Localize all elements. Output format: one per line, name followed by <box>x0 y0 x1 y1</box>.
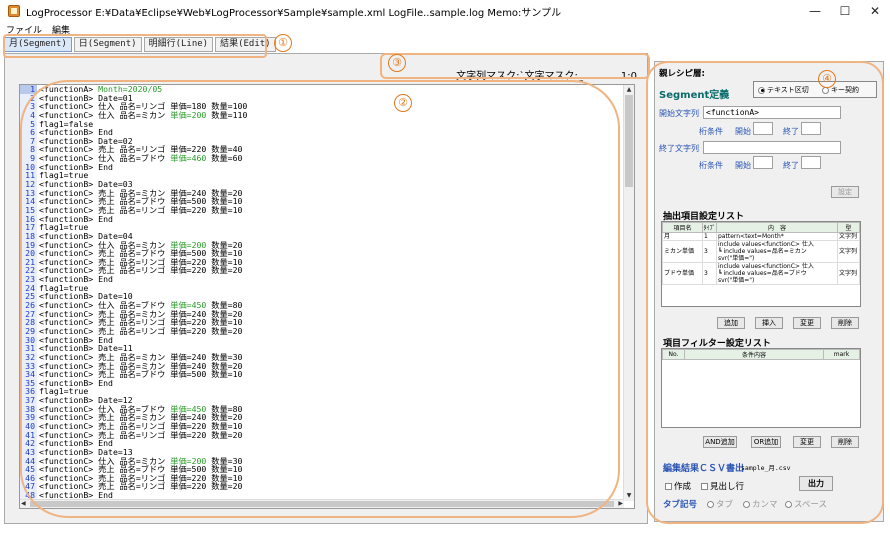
annotation-1: ① <box>274 34 292 52</box>
title-bar: LogProcessor E:¥Data¥Eclipse¥Web¥LogProc… <box>0 0 890 22</box>
scroll-left-icon[interactable]: ◀ <box>21 500 26 508</box>
annotation-box-2 <box>20 80 620 518</box>
app-icon <box>8 5 20 17</box>
maximize-button[interactable]: ☐ <box>830 0 860 22</box>
annotation-box-1 <box>3 34 267 58</box>
scroll-thumb[interactable] <box>625 95 633 187</box>
close-button[interactable]: ✕ <box>860 0 890 22</box>
annotation-box-3 <box>380 53 650 79</box>
minimize-button[interactable]: — <box>800 0 830 22</box>
window-title: LogProcessor E:¥Data¥Eclipse¥Web¥LogProc… <box>26 7 562 19</box>
scroll-up-icon[interactable]: ▲ <box>624 85 634 95</box>
scroll-down-icon[interactable]: ▼ <box>624 491 634 501</box>
scroll-right-icon[interactable]: ▶ <box>618 500 623 508</box>
annotation-box-4 <box>646 61 884 524</box>
annotation-4: ④ <box>818 70 836 88</box>
vertical-scrollbar[interactable]: ▲ ▼ <box>623 85 634 501</box>
annotation-2: ② <box>394 94 412 112</box>
annotation-3: ③ <box>388 54 406 72</box>
